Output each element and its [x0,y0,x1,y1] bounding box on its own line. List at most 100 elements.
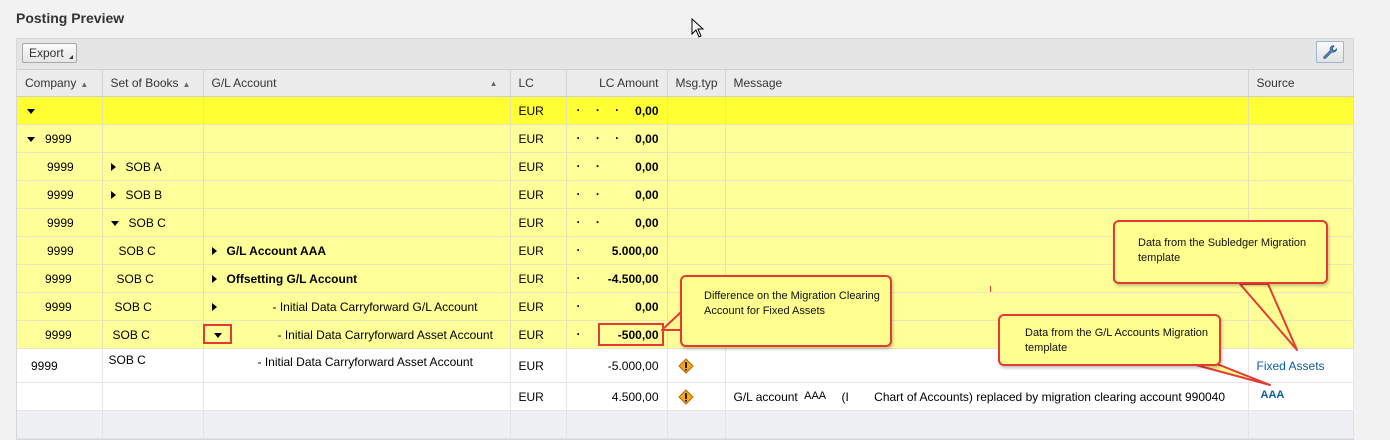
level-dots: · [576,271,587,285]
table-row[interactable]: EUR · · · · 0,00 [17,96,1354,125]
mouse-cursor-icon [691,18,705,38]
level-dots: · · [576,215,606,229]
sort-icon: ▲ [489,79,498,88]
sob-cell: SOB C [102,292,204,321]
export-menu-caret-icon [68,55,73,59]
level-dots: · · [576,187,606,201]
expand-icon[interactable] [110,191,116,200]
amount-cell: · · 0,00 [566,208,668,237]
sob-cell: SOB C [102,348,204,383]
column-header-lc-amount[interactable]: LC Amount [566,70,668,97]
gl-cell: Offsetting G/L Account [203,264,511,293]
table-row[interactable]: 9999 SOB A EUR · · 0,00 [17,152,1354,181]
sob-cell: SOB C [102,264,204,293]
msg-type-cell [667,348,726,383]
level-dots: · [576,299,587,313]
sob-cell: SOB C [102,320,204,349]
gl-cell: - Initial Data Carryforward Asset Accoun… [203,320,511,349]
company-cell: 9999 [17,208,103,237]
table-row[interactable]: 9999 SOB B EUR · · 0,00 [17,180,1354,209]
expand-icon[interactable] [211,303,217,312]
lc-cell: EUR [510,348,567,383]
level-dots: · [576,327,587,341]
company-cell: 9999 [17,292,103,321]
settings-button[interactable] [1316,41,1344,63]
callout-gl-accounts: Data from the G/L Accounts Migration tem… [998,314,1221,366]
table-header-row: Company ▲ Set of Books ▲ G/L Account ▲ LC L… [17,70,1354,97]
amount-cell: · 5.000,00 [566,236,668,265]
table-row[interactable]: 9999 EUR · · · 0,00 [17,124,1354,153]
gl-cell: - Initial Data Carryforward G/L Account [203,292,511,321]
column-header-gl-account[interactable]: G/L Account ▲ [203,70,511,97]
wrench-icon [1323,45,1338,59]
amount-cell: · · · 0,00 [566,124,668,153]
amount-cell: · · 0,00 [566,180,668,209]
column-header-message[interactable]: Message [725,70,1249,97]
export-label: Export [29,46,64,60]
warning-icon [677,388,694,405]
lc-cell: EUR [510,264,567,293]
sort-icon: ▲ [182,80,191,89]
expand-icon[interactable] [110,163,116,172]
amount-cell: 4.500,00 [566,382,668,411]
expand-icon[interactable] [211,247,217,256]
collapse-icon[interactable] [27,136,35,142]
msg-type-cell [667,382,726,411]
callout-difference: Difference on the Migration Clearing Acc… [680,275,892,347]
lc-cell: EUR [510,96,567,125]
gl-cell: G/L Account AAA [203,236,511,265]
collapse-icon[interactable] [27,108,35,114]
level-dots: · · · [576,131,626,145]
company-cell: 9999 [17,180,103,209]
company-cell: 9999 [17,124,103,153]
lc-cell: EUR [510,180,567,209]
lc-cell: EUR [510,382,567,411]
collapse-icon[interactable] [110,220,119,226]
sob-cell: SOB C [102,208,204,237]
amount-cell: · · · · 0,00 [566,96,668,125]
message-cell: G/L account AAA (I Chart of Accounts) re… [725,382,1249,411]
warning-icon [677,357,694,374]
source-link[interactable]: AAA [1261,389,1285,401]
column-header-company[interactable]: Company ▲ [17,70,103,97]
company-cell: 9999 [17,236,103,265]
amount-cell: · -4.500,00 [566,264,668,293]
level-dots: · [576,243,587,257]
column-header-lc[interactable]: LC [510,70,567,97]
level-dots: · · · · [576,103,645,117]
company-cell: 9999 [17,320,103,349]
collapse-highlight-box [203,324,232,344]
lc-cell: EUR [510,124,567,153]
source-cell: AAA [1248,382,1354,411]
lc-cell: EUR [510,152,567,181]
lc-cell: EUR [510,236,567,265]
page-title: Posting Preview [16,10,125,26]
amount-highlight-box [598,323,664,346]
callout-subledger: Data from the Subledger Migration templa… [1113,220,1328,284]
sob-cell: SOB B [102,180,204,209]
company-cell [17,96,103,125]
lc-cell: EUR [510,320,567,349]
company-cell: 9999 [17,348,103,383]
sob-cell: SOB C [102,236,204,265]
lc-cell: EUR [510,292,567,321]
column-header-msg-typ[interactable]: Msg.typ [667,70,726,97]
source-cell: Fixed Assets [1248,348,1354,383]
amount-cell: -5.000,00 [566,348,668,383]
empty-row [17,410,1354,439]
amount-cell: · · 0,00 [566,152,668,181]
expand-icon[interactable] [211,275,217,284]
table-row[interactable]: EUR 4.500,00 G/L account AAA (I Chart of… [17,382,1354,411]
sob-cell: SOB A [102,152,204,181]
company-cell: 9999 [17,264,103,293]
lc-cell: EUR [510,208,567,237]
sort-icon: ▲ [80,80,89,89]
source-link[interactable]: Fixed Assets [1257,359,1325,373]
company-cell: 9999 [17,152,103,181]
amount-cell: · 0,00 [566,292,668,321]
export-button[interactable]: Export [22,43,77,63]
red-mark [990,286,991,292]
column-header-source[interactable]: Source [1248,70,1354,97]
toolbar: Export [17,39,1353,70]
column-header-set-of-books[interactable]: Set of Books ▲ [102,70,204,97]
